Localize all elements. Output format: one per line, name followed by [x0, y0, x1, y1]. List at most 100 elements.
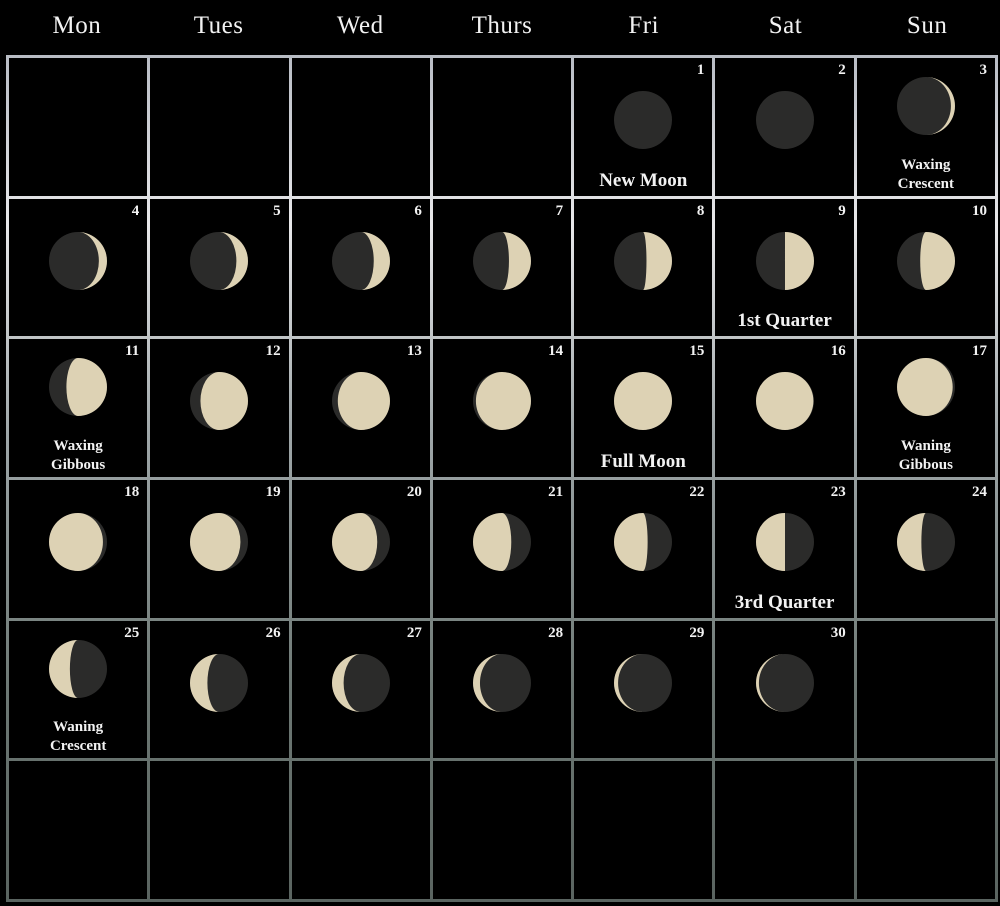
moon-phase-icon: [49, 639, 108, 698]
day-cell: 9 1st Quarter: [715, 198, 854, 337]
moon-lit-portion: [920, 231, 955, 290]
moon-dark-disk: [614, 91, 673, 149]
day-number: 1: [696, 62, 705, 78]
day-number: 19: [265, 484, 281, 500]
empty-cell: [856, 761, 995, 899]
day-number: 20: [406, 484, 422, 500]
empty-cell: [574, 761, 713, 899]
day-number: 5: [273, 202, 281, 219]
weekday-header-sat: Sat: [768, 12, 803, 39]
moon-phase-icon: [896, 77, 955, 135]
moon-lit-portion: [896, 358, 953, 417]
moon-lit-portion: [755, 372, 813, 431]
day-number: 6: [414, 202, 422, 219]
moon-lit-portion: [331, 513, 377, 571]
empty-cell: [150, 761, 289, 899]
day-cell: 2: [715, 58, 854, 196]
weekday-header-wed: Wed: [336, 12, 384, 39]
day-cell: 11 Waxing Gibbous: [9, 339, 148, 477]
moon-phase-icon: [190, 513, 249, 571]
moon-lit-portion: [337, 372, 390, 431]
day-cell: 30: [715, 620, 854, 759]
day-cell: 5: [150, 198, 289, 337]
day-number: 24: [972, 484, 987, 500]
day-cell: 20: [291, 480, 430, 618]
moon-phase-icon: [472, 513, 531, 571]
day-cell: 17 Waning Gibbous: [856, 339, 995, 477]
moon-phase-icon: [614, 513, 673, 571]
moon-lit-portion: [614, 372, 673, 431]
day-cell: 6: [291, 198, 430, 337]
phase-label: Waxing Gibbous: [51, 438, 106, 473]
moon-phase-icon: [896, 358, 955, 417]
moon-phase-icon: [49, 358, 108, 417]
moon-phase-icon: [49, 513, 108, 571]
day-cell: 4: [9, 198, 148, 337]
day-number: 17: [972, 343, 987, 360]
phase-label: New Moon: [599, 169, 688, 191]
moon-phase-icon: [331, 231, 390, 290]
weekday-header-thurs: Thurs: [471, 12, 533, 39]
day-number: 21: [548, 484, 564, 500]
day-cell: 7: [432, 198, 572, 337]
day-cell: 23 3rd Quarter: [715, 480, 854, 618]
empty-cell: [432, 58, 572, 196]
day-number: 12: [265, 343, 281, 360]
day-cell: 8: [574, 198, 713, 337]
moon-lit-portion: [49, 513, 104, 571]
empty-cell: [432, 761, 572, 899]
day-cell: 1 New Moon: [574, 58, 713, 196]
phase-label: Full Moon: [600, 451, 686, 472]
phase-label: Waxing Crescent: [897, 156, 955, 192]
moon-phase-icon: [755, 513, 814, 571]
day-cell: 21: [432, 480, 572, 618]
moon-lit-portion: [200, 372, 249, 431]
day-number: 26: [265, 624, 281, 641]
day-cell: 15 Full Moon: [574, 339, 713, 477]
day-number: 9: [838, 202, 846, 219]
day-number: 29: [689, 624, 705, 641]
calendar-grid: 1 New Moon 2 3 Waxing Crescent 4 5 6 7 8 9 1st Quart…: [6, 55, 998, 902]
day-number: 8: [696, 202, 705, 219]
day-number: 30: [830, 624, 846, 641]
moon-lit-portion: [755, 513, 785, 571]
day-number: 14: [548, 343, 564, 360]
day-number: 28: [548, 624, 564, 641]
day-cell: 24: [856, 480, 995, 618]
moon-phase-icon: [755, 372, 814, 431]
day-cell: 3 Waxing Crescent: [856, 58, 995, 196]
day-number: 27: [406, 624, 422, 641]
phase-label: Waning Gibbous: [898, 438, 953, 473]
phase-label: Waning Crescent: [49, 719, 107, 755]
day-cell: 18: [9, 480, 148, 618]
empty-cell: [856, 620, 995, 759]
day-cell: 25 Waning Crescent: [9, 620, 148, 759]
day-cell: 29: [574, 620, 713, 759]
day-number: 25: [124, 624, 140, 641]
day-cell: 28: [432, 620, 572, 759]
day-number: 15: [689, 343, 705, 360]
moon-lit-portion: [643, 231, 673, 290]
moon-dark-disk: [755, 91, 814, 149]
moon-phase-icon: [755, 91, 814, 149]
moon-phase-icon: [331, 513, 390, 571]
moon-phase-icon: [190, 231, 249, 290]
moon-lit-portion: [472, 513, 512, 571]
moon-phase-icon: [614, 231, 673, 290]
day-number: 18: [124, 484, 140, 500]
moon-lit-portion: [66, 358, 108, 417]
day-number: 2: [838, 62, 846, 78]
weekday-header-sun: Sun: [906, 12, 948, 39]
empty-cell: [291, 761, 430, 899]
weekday-header-tues: Tues: [193, 12, 244, 39]
empty-cell: [291, 58, 430, 196]
moon-phase-icon: [614, 91, 673, 149]
day-cell: 27: [291, 620, 430, 759]
moon-phase-icon: [755, 231, 814, 290]
day-cell: 26: [150, 620, 289, 759]
day-number: 16: [830, 343, 846, 360]
day-number: 10: [972, 202, 987, 219]
day-number: 4: [131, 202, 140, 219]
day-number: 23: [830, 484, 846, 500]
empty-cell: [9, 761, 148, 899]
